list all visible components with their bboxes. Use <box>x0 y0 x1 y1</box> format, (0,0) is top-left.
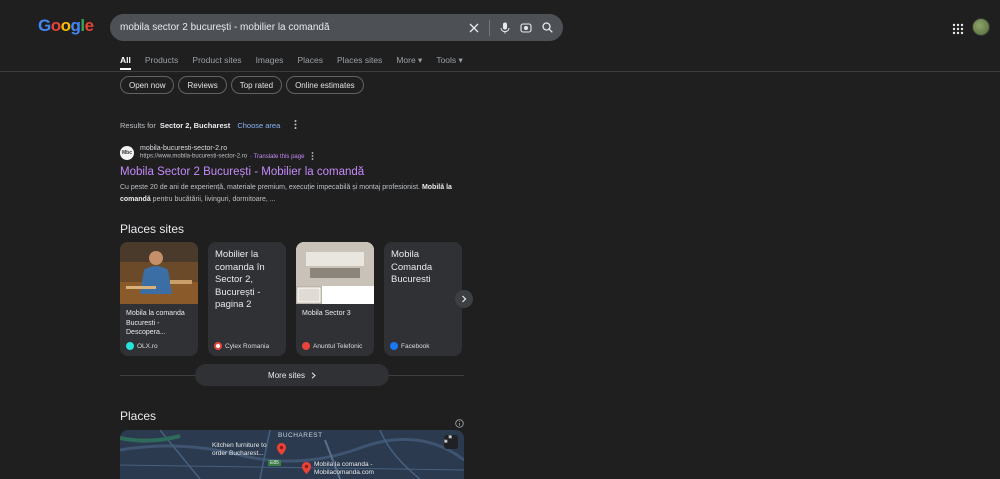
tab-more[interactable]: More ▾ <box>396 55 422 66</box>
map-road-label: E85 <box>268 460 281 466</box>
tab-places[interactable]: Places <box>297 55 323 66</box>
info-icon[interactable] <box>455 415 464 428</box>
tab-places-sites[interactable]: Places sites <box>337 55 382 66</box>
chip-online-estimates[interactable]: Online estimates <box>286 76 364 94</box>
place-site-card[interactable]: Mobila Sector 3 Anuntul Telefonic <box>296 242 374 356</box>
search-divider <box>489 19 490 36</box>
site-url-row: https://www.mobila-bucuresti-sector-2.ro… <box>140 152 314 160</box>
site-name[interactable]: mobila-bucuresti-sector-2.ro <box>140 145 314 152</box>
chevron-right-icon <box>462 295 467 303</box>
olx-icon <box>126 342 134 350</box>
card-title: Mobila Sector 3 <box>302 310 351 317</box>
card-title: Mobilier la comanda în Sector 2, Bucureș… <box>215 249 265 310</box>
card-source: OLX.ro <box>126 342 158 350</box>
chip-top-rated[interactable]: Top rated <box>230 76 283 94</box>
places-map[interactable]: BUCHAREST Kitchen furniture to order Buc… <box>120 430 464 479</box>
logo-letter: G <box>38 16 51 35</box>
site-favicon-icon: Mbc <box>120 145 134 160</box>
card-source-name: OLX.ro <box>137 342 158 350</box>
card-source-name: Anuntul Telefonic <box>313 342 363 350</box>
card-image <box>120 242 198 304</box>
search-bar[interactable]: mobila sector 2 bucurești - mobilier la … <box>110 14 563 41</box>
card-image <box>296 242 374 304</box>
search-icon[interactable] <box>541 22 553 34</box>
apps-grid-icon[interactable] <box>952 22 964 35</box>
facebook-icon <box>390 342 398 350</box>
search-input[interactable]: mobila sector 2 bucurești - mobilier la … <box>120 22 468 33</box>
result-title-link[interactable]: Mobila Sector 2 București - Mobilier la … <box>120 166 465 178</box>
result-menu-icon[interactable] <box>311 152 314 160</box>
card-source-name: Cylex Romania <box>225 342 270 350</box>
tab-products[interactable]: Products <box>145 55 179 66</box>
chevron-right-icon <box>311 371 316 379</box>
carousel-next-button[interactable] <box>455 290 473 308</box>
location-place: Sector 2, Bucharest <box>159 121 231 130</box>
tab-all[interactable]: All <box>120 55 131 70</box>
tab-images[interactable]: Images <box>256 55 284 66</box>
tabs-divider <box>0 71 1000 72</box>
snippet-bold: Mobilă <box>421 184 445 191</box>
result-snippet: Cu peste 20 de ani de experiență, materi… <box>120 182 465 206</box>
expand-map-button[interactable] <box>444 435 458 449</box>
translate-link[interactable]: · Translate this page <box>250 154 304 160</box>
location-notice: Results for Sector 2, Bucharest Choose a… <box>120 120 297 131</box>
logo-letter: o <box>50 16 61 35</box>
card-source: Facebook <box>390 342 430 350</box>
tab-tools[interactable]: Tools ▾ <box>436 55 462 66</box>
site-url[interactable]: https://www.mobila-bucuresti-sector-2.ro <box>140 154 247 160</box>
logo-letter: e <box>84 16 94 35</box>
places-sites-heading: Places sites <box>120 222 185 236</box>
clear-icon[interactable] <box>468 22 480 34</box>
more-options-icon[interactable] <box>294 120 297 131</box>
chip-open-now[interactable]: Open now <box>120 76 175 94</box>
cylex-icon <box>214 342 222 350</box>
place-site-card[interactable]: Mobilier la comanda în Sector 2, Bucureș… <box>208 242 286 356</box>
places-sites-carousel: Mobila la comanda Bucuresti - Descopera.… <box>120 242 462 356</box>
microphone-icon[interactable] <box>499 22 511 34</box>
map-place-label: Mobila la comanda - Mobilacomanda.com <box>314 461 374 476</box>
place-site-card[interactable]: Mobila Comanda Bucuresti Facebook <box>384 242 462 356</box>
camera-lens-icon[interactable] <box>520 22 532 34</box>
account-avatar[interactable] <box>972 18 990 36</box>
expand-icon <box>444 435 452 443</box>
tab-product-sites[interactable]: Product sites <box>192 55 241 66</box>
logo-letter: o <box>60 16 71 35</box>
map-place-label: Kitchen furniture to order Bucharest... <box>212 442 267 457</box>
card-source: Cylex Romania <box>214 342 269 350</box>
snippet-text: Cu peste 20 de ani de experiență, materi… <box>120 184 422 191</box>
card-title: Mobila Comanda Bucuresti <box>391 249 433 285</box>
choose-area-link[interactable]: Choose area <box>237 121 280 130</box>
more-sites-label: More sites <box>268 370 305 380</box>
chip-reviews[interactable]: Reviews <box>178 76 227 94</box>
anuntul-icon <box>302 342 310 350</box>
logo-letter: g <box>70 16 81 35</box>
search-result: Mbc mobila-bucuresti-sector-2.ro https:/… <box>120 145 465 206</box>
places-heading: Places <box>120 409 157 423</box>
snippet-text: pentru bucătării, livinguri, dormitoare,… <box>150 196 276 203</box>
place-site-card[interactable]: Mobila la comanda Bucuresti - Descopera.… <box>120 242 198 356</box>
filter-chips: Open now Reviews Top rated Online estima… <box>120 76 364 94</box>
map-city-label: BUCHAREST <box>278 432 323 439</box>
search-tabs: All Products Product sites Images Places… <box>120 55 477 70</box>
card-source: Anuntul Telefonic <box>302 342 362 350</box>
google-logo[interactable]: Google <box>38 16 94 36</box>
location-prefix: Results for <box>120 121 156 130</box>
card-title: Mobila la comanda Bucuresti - Descopera.… <box>126 310 185 336</box>
more-sites-button[interactable]: More sites <box>195 364 389 386</box>
card-source-name: Facebook <box>401 342 430 350</box>
